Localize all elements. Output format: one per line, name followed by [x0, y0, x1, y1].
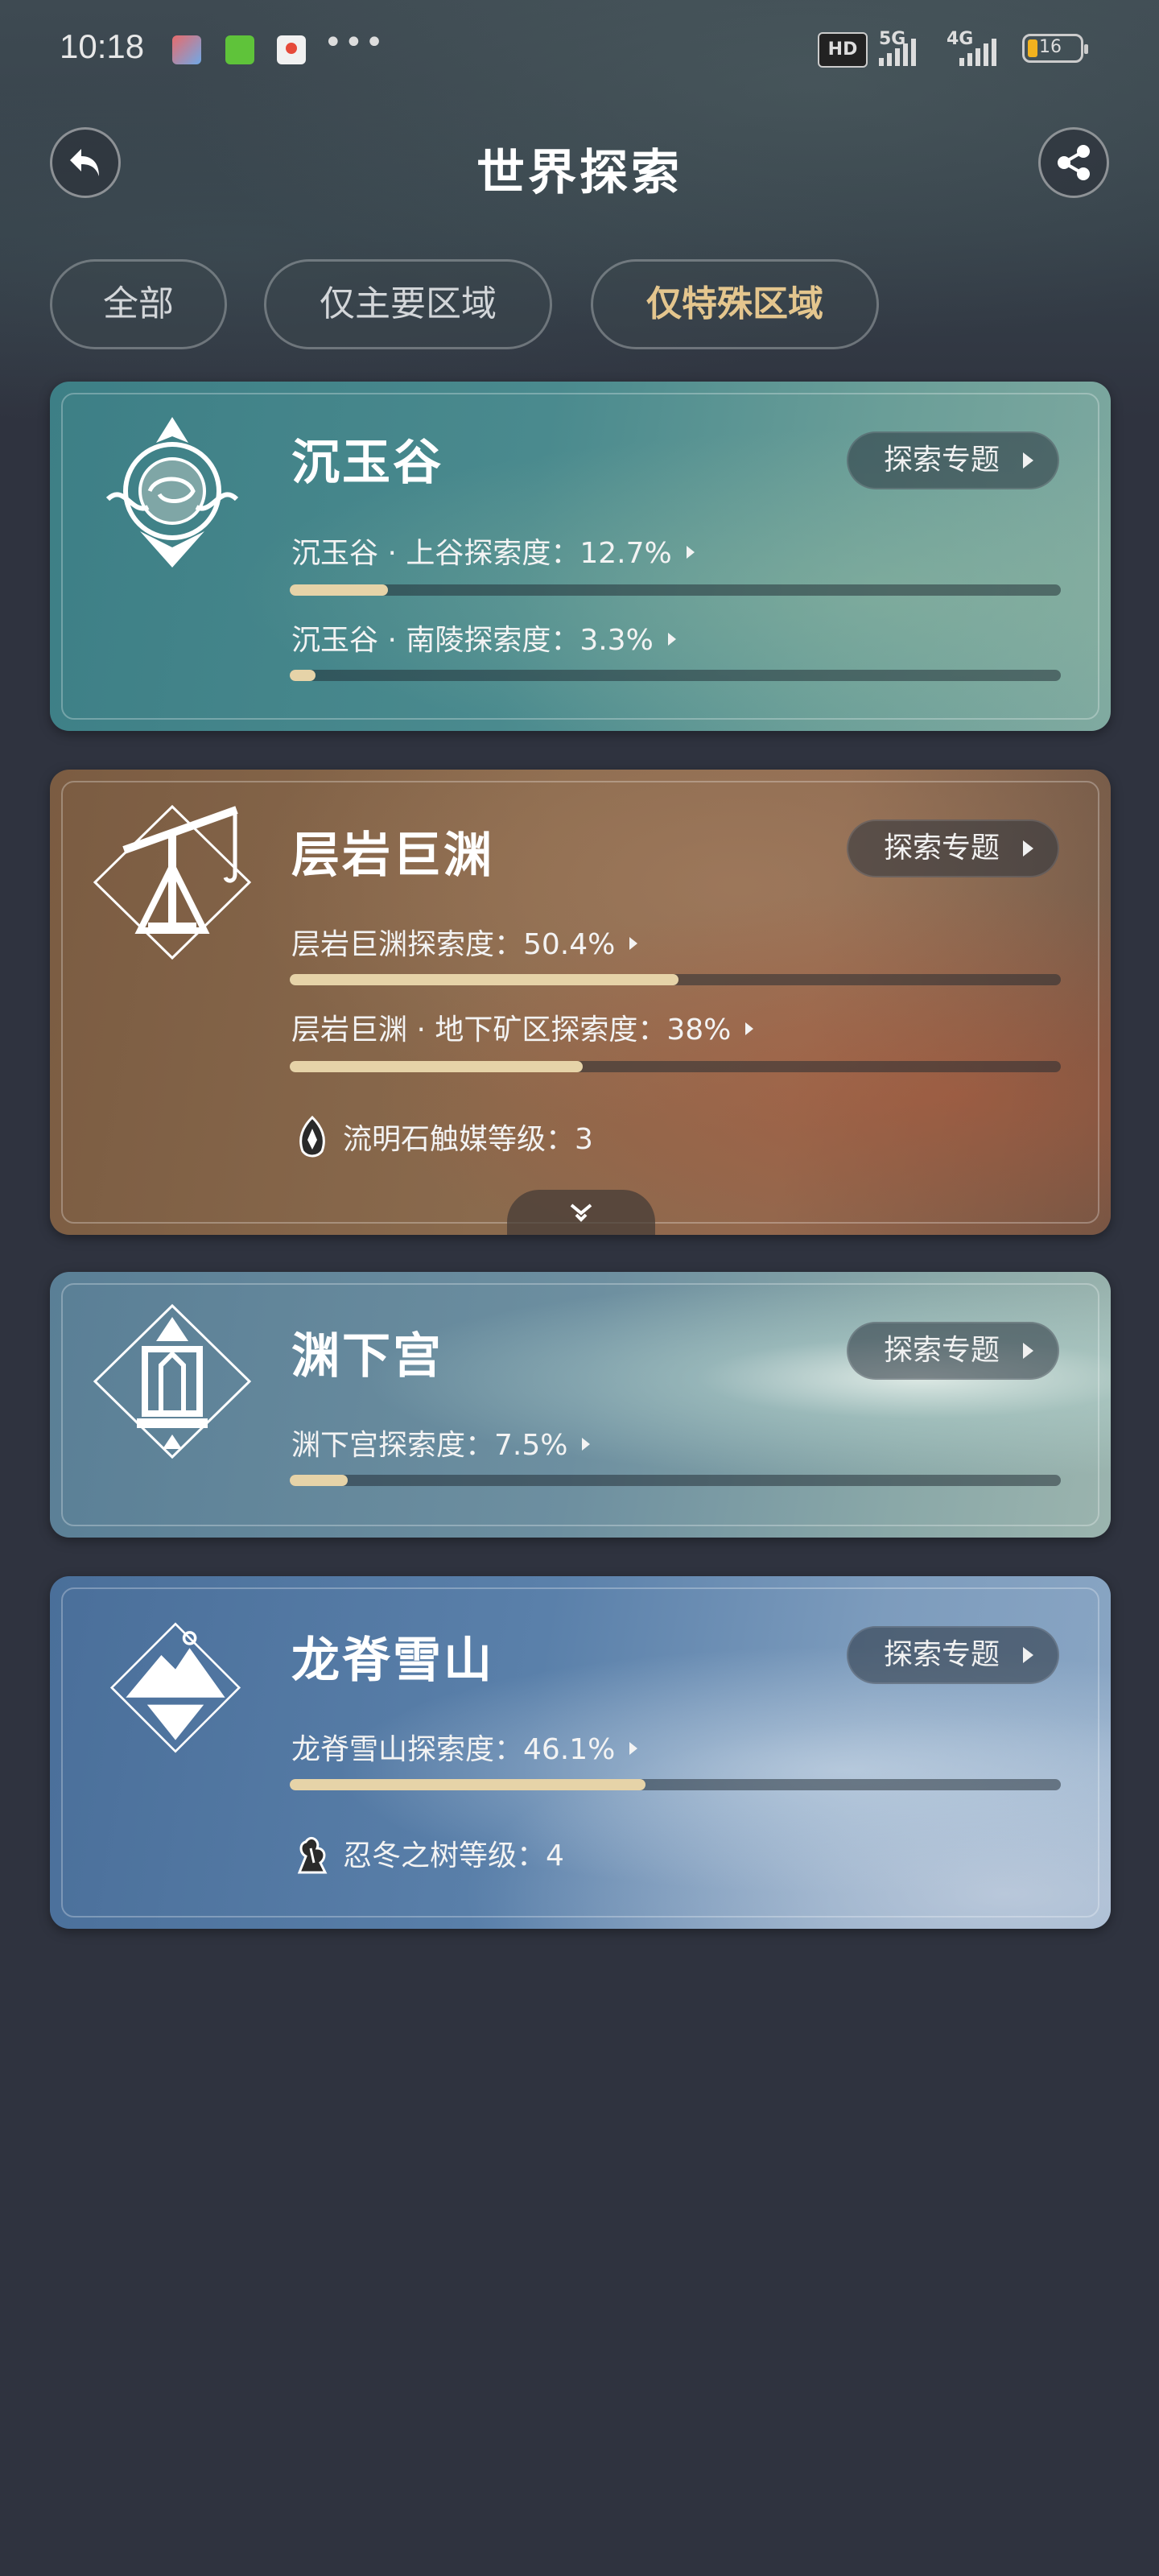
- frostbearing-tree-level: 忍冬之树等级：4: [293, 1831, 564, 1876]
- play-arrow-icon: [1023, 840, 1033, 857]
- chenyu-vale-emblem-icon: [105, 417, 239, 568]
- region-name: 层岩巨渊: [291, 828, 494, 884]
- caret-right-icon: [629, 937, 638, 950]
- lumenstone-icon: [299, 1115, 325, 1158]
- region-card-chenyu-vale[interactable]: 沉玉谷 探索专题 沉玉谷 · 上谷探索度：12.7% 沉玉谷 · 南陵探索度：3…: [50, 382, 1111, 731]
- region-name: 渊下宫: [291, 1328, 443, 1385]
- play-arrow-icon: [1023, 452, 1033, 469]
- progress-bar: [290, 584, 1061, 596]
- progress-label[interactable]: 渊下宫探索度：7.5%: [291, 1422, 591, 1463]
- app-notification-icon: [172, 35, 201, 64]
- progress-label[interactable]: 沉玉谷 · 上谷探索度：12.7%: [291, 530, 695, 572]
- signal-icon: [959, 34, 996, 66]
- progress-label[interactable]: 层岩巨渊 · 地下矿区探索度：38%: [291, 1006, 754, 1048]
- progress-fill: [290, 1061, 584, 1072]
- play-arrow-icon: [1023, 1343, 1033, 1359]
- frostbearing-tree-icon: [297, 1837, 328, 1874]
- caret-right-icon: [582, 1438, 591, 1451]
- caret-right-icon: [745, 1022, 754, 1035]
- dragonspine-emblem-icon: [109, 1622, 241, 1753]
- play-arrow-icon: [1023, 1647, 1033, 1663]
- explore-topic-button[interactable]: 探索专题: [847, 819, 1059, 877]
- progress-bar: [290, 670, 1061, 681]
- page-title: 世界探索: [476, 145, 683, 201]
- progress-bar: [290, 1779, 1061, 1790]
- enkanomiya-emblem-icon: [93, 1303, 252, 1459]
- app-notification-icon: [225, 35, 254, 64]
- signal-icon: [879, 34, 916, 66]
- chasm-emblem-icon: [93, 804, 252, 960]
- caret-right-icon: [629, 1742, 638, 1755]
- progress-bar: [290, 1475, 1061, 1486]
- caret-right-icon: [686, 546, 695, 559]
- region-card-dragonspine[interactable]: 龙脊雪山 探索专题 龙脊雪山探索度：46.1% 忍冬之树等级：4: [50, 1576, 1111, 1929]
- progress-fill: [290, 974, 678, 985]
- battery-icon: 16: [1022, 34, 1088, 63]
- region-card-chasm[interactable]: 层岩巨渊 探索专题 层岩巨渊探索度：50.4% 层岩巨渊 · 地下矿区探索度：3…: [50, 770, 1111, 1235]
- progress-label[interactable]: 沉玉谷 · 南陵探索度：3.3%: [291, 617, 676, 658]
- explore-topic-button[interactable]: 探索专题: [847, 431, 1059, 489]
- progress-fill: [290, 1779, 645, 1790]
- app-notification-icon: [277, 35, 306, 64]
- progress-bar: [290, 1061, 1061, 1072]
- expand-button[interactable]: [507, 1190, 655, 1235]
- explore-topic-button[interactable]: 探索专题: [847, 1626, 1059, 1684]
- progress-fill: [290, 1475, 348, 1486]
- status-time: 10:18: [60, 27, 145, 65]
- share-button[interactable]: [1038, 127, 1109, 198]
- lumenstone-level: 流明石触媒等级：3: [293, 1114, 593, 1159]
- share-icon: [1058, 145, 1090, 180]
- region-card-enkanomiya[interactable]: 渊下宫 探索专题 渊下宫探索度：7.5%: [50, 1272, 1111, 1538]
- chevron-down-icon: [570, 1203, 592, 1222]
- hd-indicator: HD: [818, 32, 868, 68]
- region-name: 龙脊雪山: [291, 1633, 494, 1689]
- status-bar: 10:18 ••• HD 5G 4G 16: [0, 0, 1159, 97]
- progress-bar: [290, 974, 1061, 985]
- explore-topic-button[interactable]: 探索专题: [847, 1322, 1059, 1380]
- progress-label[interactable]: 龙脊雪山探索度：46.1%: [291, 1726, 638, 1768]
- tab-special-regions[interactable]: 仅特殊区域: [591, 259, 879, 349]
- caret-right-icon: [667, 633, 676, 646]
- more-notifications-icon: •••: [324, 24, 386, 61]
- progress-fill: [290, 584, 388, 596]
- progress-fill: [290, 670, 316, 681]
- region-name: 沉玉谷: [291, 435, 443, 491]
- tab-all[interactable]: 全部: [50, 259, 227, 349]
- tab-main-regions[interactable]: 仅主要区域: [264, 259, 552, 349]
- progress-label[interactable]: 层岩巨渊探索度：50.4%: [291, 921, 638, 963]
